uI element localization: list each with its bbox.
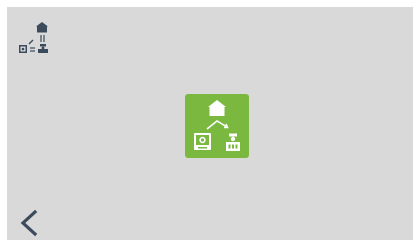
monitor-icon xyxy=(194,133,211,150)
screen-background xyxy=(7,7,413,240)
mode-select-tile[interactable] xyxy=(185,94,249,158)
home-icon xyxy=(36,22,48,33)
home-camera-intercom-topology-icon xyxy=(19,22,48,53)
home-to-camera-and-intercom-icon xyxy=(185,94,249,158)
intercom-icon xyxy=(38,44,48,53)
chevron-left-icon xyxy=(20,209,38,237)
link-line xyxy=(28,39,34,45)
connection-status-indicator xyxy=(18,15,58,55)
monitor-icon xyxy=(19,45,27,53)
back-button[interactable] xyxy=(17,209,43,237)
